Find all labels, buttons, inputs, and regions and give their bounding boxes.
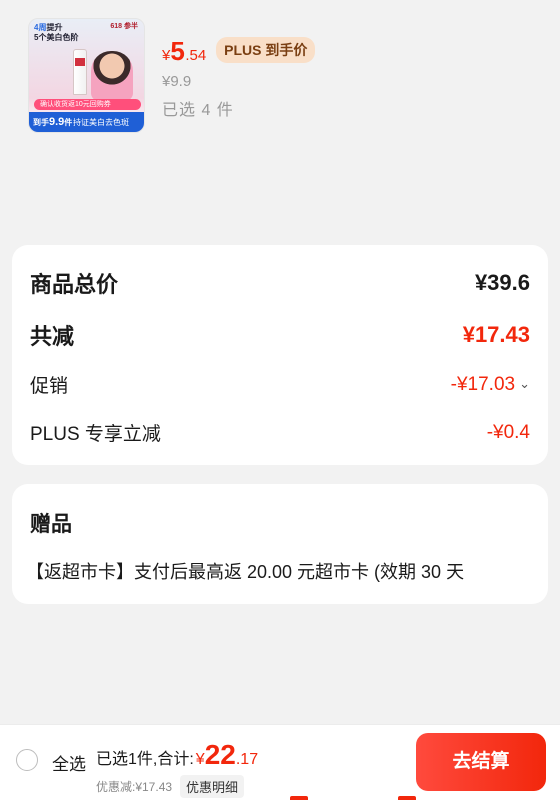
promotion-value: -¥17.03 [450, 373, 516, 395]
discount-line: 优惠减:¥17.43 优惠明细 [96, 775, 245, 798]
checkout-bar: 全选 已选1件,合计: ¥ 22 .17 优惠减:¥17.43 优惠明细 去结算 [0, 724, 560, 800]
selected-count: 已选 4 件 [162, 102, 234, 119]
price-currency: ¥ [162, 47, 171, 64]
order-total-label: 已选1件,合计: [96, 751, 194, 768]
total-reduction-row: 共减 ¥17.43 [30, 319, 530, 351]
select-all-radio[interactable] [16, 749, 38, 771]
price-summary-card: 商品总价 ¥39.6 共减 ¥17.43 促销 -¥17.03 ⌄ PLUS 专享… [12, 245, 548, 465]
plus-discount-row: PLUS 专享立减 -¥0.4 [30, 419, 530, 446]
gift-description: 【返超市卡】支付后最高返 20.00 元超市卡 (效期 30 天 [26, 562, 465, 582]
order-total-integer: 22 [204, 739, 236, 770]
plus-discount-label: PLUS 专享立减 [30, 424, 161, 445]
promotion-label: 促销 [30, 376, 69, 397]
thumbnail-brand-logo: 618 参半 [110, 23, 138, 31]
total-price-row: 商品总价 ¥39.6 [30, 267, 530, 299]
thumbnail-headline-highlight: 4周 [34, 23, 47, 32]
plus-price-badge: PLUS 到手价 [216, 36, 316, 63]
original-price: ¥9.9 [162, 73, 192, 90]
promotion-value-group[interactable]: -¥17.03 ⌄ [451, 374, 530, 396]
order-total: 已选1件,合计: ¥ 22 .17 [96, 739, 258, 771]
thumbnail-headline-text: 提升 [46, 23, 63, 32]
toothpaste-tube-image [73, 49, 87, 95]
thumbnail-price-bar: 到手9.9件持证美白去色斑 [29, 112, 144, 132]
discount-detail-button[interactable]: 优惠明细 [180, 775, 245, 798]
checkout-button[interactable]: 去结算 [416, 733, 546, 791]
product-thumbnail[interactable]: 4周提升 5个美白色阶 618 参半 确认收货返10元回购券 到手9.9件持证美… [28, 18, 145, 133]
chevron-down-icon[interactable]: ⌄ [519, 376, 530, 392]
product-info: ¥ 5 .54 PLUS 到手价 ¥9.9 已选 4 件 [162, 36, 316, 120]
gift-card: 赠品 【返超市卡】支付后最高返 20.00 元超市卡 (效期 30 天 [12, 484, 548, 604]
thumbnail-subheadline: 5个美白色阶 [34, 33, 79, 42]
model-image [91, 51, 133, 101]
thumbnail-coupon-banner: 确认收货返10元回购券 [34, 99, 141, 110]
plus-discount-value: -¥0.4 [486, 421, 530, 443]
promotion-row[interactable]: 促销 -¥17.03 ⌄ [30, 371, 530, 398]
bottom-edge-marker [290, 796, 308, 800]
product-price: ¥ 5 .54 PLUS 到手价 [162, 36, 316, 67]
total-price-label: 商品总价 [30, 272, 119, 297]
select-all-label[interactable]: 全选 [52, 750, 86, 775]
thumbnail-brand-name: 参半 [124, 23, 138, 30]
thumbnail-price-prefix: 到手 [33, 118, 49, 127]
thumbnail-price-value: 9.9 [49, 116, 65, 128]
total-price-value: ¥39.6 [474, 270, 530, 295]
total-reduction-label: 共减 [30, 324, 75, 349]
thumbnail-brand-618: 618 [110, 23, 123, 30]
product-item[interactable]: 4周提升 5个美白色阶 618 参半 确认收货返10元回购券 到手9.9件持证美… [28, 18, 548, 138]
price-decimal: .54 [185, 47, 207, 64]
price-integer: 5 [170, 36, 186, 66]
thumbnail-tagline: 持证美白去色斑 [73, 118, 129, 127]
order-total-decimal: .17 [235, 751, 259, 768]
total-reduction-value: ¥17.43 [462, 322, 530, 347]
gift-title: 赠品 [30, 513, 72, 536]
order-total-currency: ¥ [195, 751, 205, 768]
thumbnail-price-suffix: 件 [64, 118, 73, 127]
discount-amount: 优惠减:¥17.43 [96, 780, 173, 794]
thumbnail-headline: 4周提升 5个美白色阶 [34, 23, 78, 43]
bottom-edge-marker [398, 796, 416, 800]
thumbnail-price: 到手9.9件 [29, 112, 73, 132]
